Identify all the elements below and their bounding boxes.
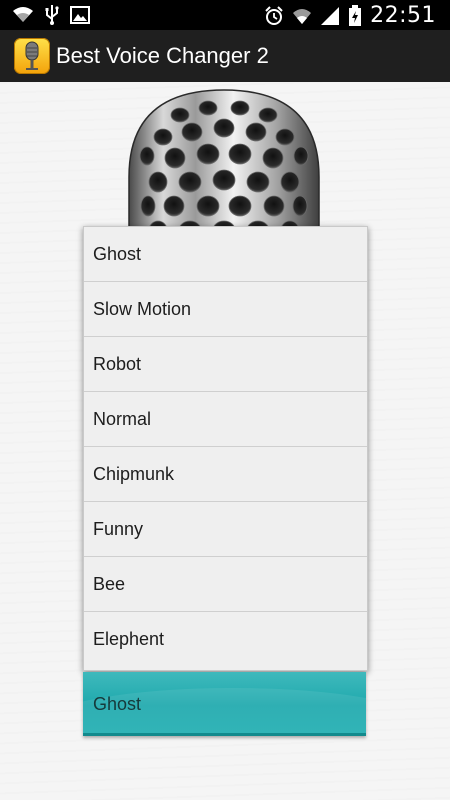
- voice-option-funny[interactable]: Funny: [84, 502, 367, 557]
- action-bar: Best Voice Changer 2: [0, 30, 450, 83]
- usb-icon: [45, 5, 59, 25]
- voice-option-robot[interactable]: Robot: [84, 337, 367, 392]
- voice-option-bee[interactable]: Bee: [84, 557, 367, 612]
- wifi-icon: [13, 7, 33, 22]
- battery-icon: [349, 4, 362, 26]
- voice-option-slow-motion[interactable]: Slow Motion: [84, 282, 367, 337]
- wifi-signal-icon: [293, 8, 312, 24]
- microphone-app-icon[interactable]: [14, 38, 50, 74]
- app-title: Best Voice Changer 2: [56, 43, 269, 68]
- voice-effect-dropdown: Ghost Slow Motion Robot Normal Chipmunk …: [83, 226, 368, 671]
- clock: 22:51: [370, 3, 436, 28]
- voice-option-normal[interactable]: Normal: [84, 392, 367, 447]
- microphone-graphic: [128, 89, 320, 242]
- voice-effect-spinner[interactable]: Ghost: [83, 672, 366, 736]
- cell-signal-icon: [321, 6, 340, 25]
- spinner-selected-value: Ghost: [93, 694, 142, 714]
- voice-option-ghost[interactable]: Ghost: [84, 227, 367, 282]
- status-bar: 22:51: [0, 0, 450, 30]
- system-icons: 22:51: [264, 3, 436, 28]
- voice-option-elephent[interactable]: Elephent: [84, 612, 367, 667]
- image-icon: [70, 6, 90, 24]
- alarm-icon: [265, 5, 283, 25]
- notification-icons: [12, 5, 90, 25]
- voice-option-chipmunk[interactable]: Chipmunk: [84, 447, 367, 502]
